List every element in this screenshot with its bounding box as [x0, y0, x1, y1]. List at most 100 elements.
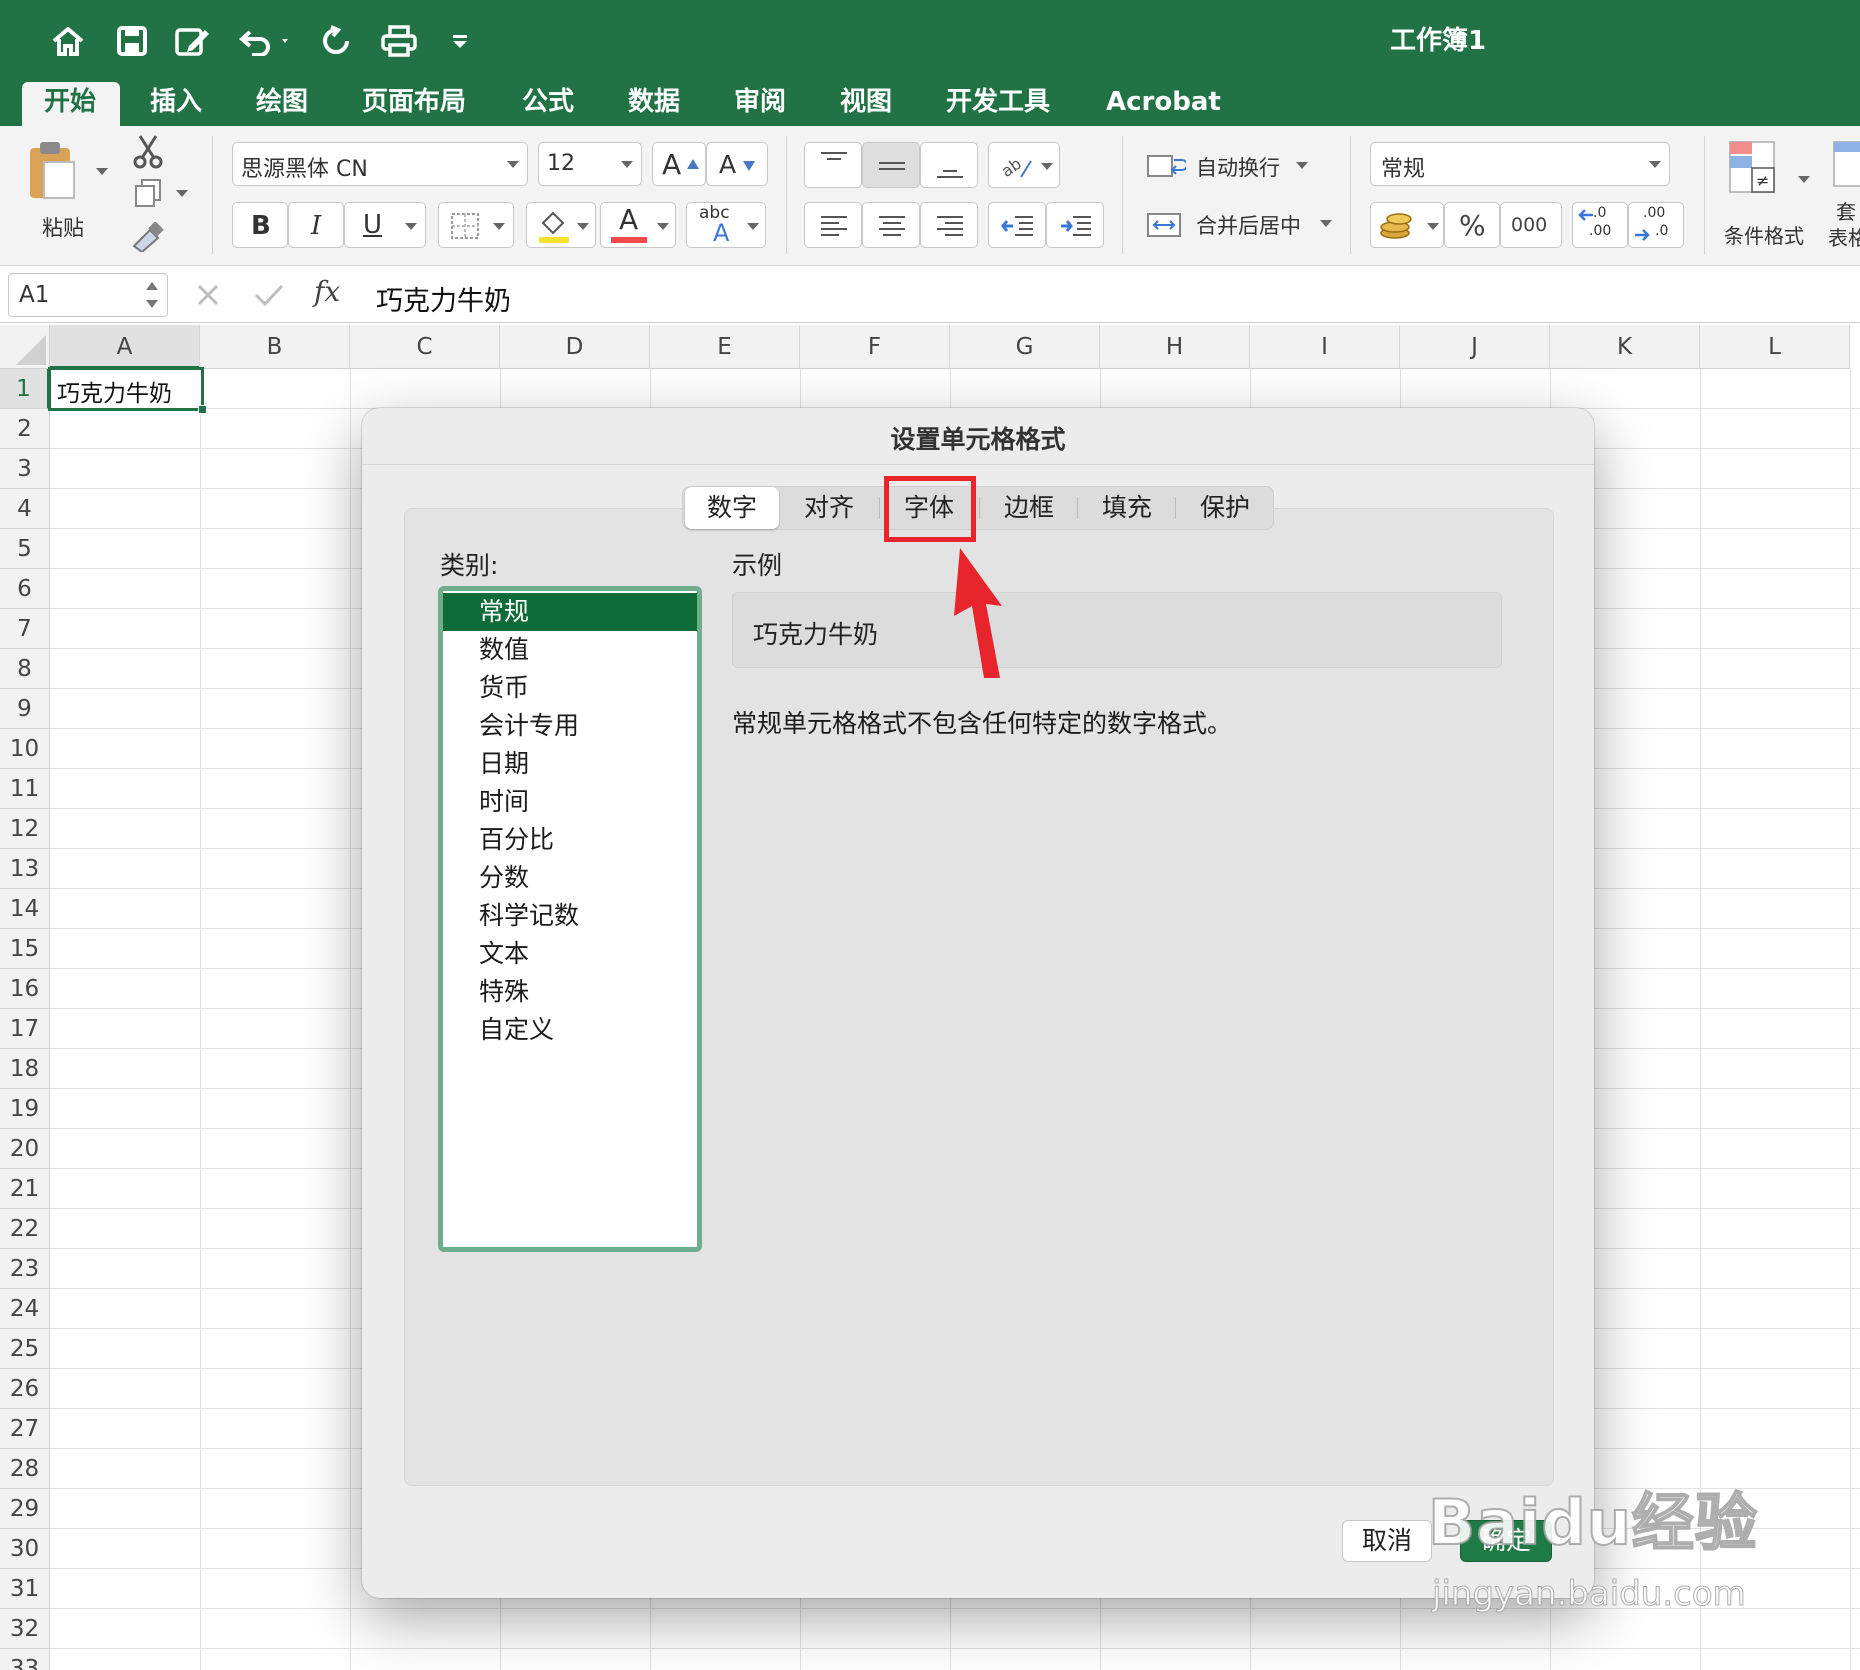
- row-header[interactable]: 22: [0, 1209, 50, 1249]
- row-header[interactable]: 12: [0, 809, 50, 849]
- row-header[interactable]: 5: [0, 529, 50, 569]
- conditional-format-button[interactable]: ≠ 条件格式: [1720, 136, 1820, 256]
- row-header[interactable]: 16: [0, 969, 50, 1009]
- category-item[interactable]: 会计专用: [443, 707, 697, 745]
- row-header[interactable]: 15: [0, 929, 50, 969]
- copy-icon[interactable]: [134, 178, 164, 208]
- accounting-format-button[interactable]: [1370, 202, 1444, 248]
- home-icon[interactable]: [48, 18, 88, 64]
- category-item[interactable]: 常规: [443, 593, 697, 631]
- bold-button[interactable]: B: [232, 202, 288, 248]
- select-all-corner[interactable]: [0, 325, 50, 369]
- fill-handle[interactable]: [198, 405, 207, 414]
- undo-icon[interactable]: [236, 18, 296, 64]
- row-header[interactable]: 20: [0, 1129, 50, 1169]
- row-header[interactable]: 7: [0, 609, 50, 649]
- paste-dropdown-icon[interactable]: [96, 168, 108, 175]
- decrease-indent-button[interactable]: [988, 202, 1046, 248]
- category-item[interactable]: 科学记数: [443, 897, 697, 935]
- row-header[interactable]: 29: [0, 1489, 50, 1529]
- row-header[interactable]: 25: [0, 1329, 50, 1369]
- tab-draw[interactable]: 绘图: [234, 82, 330, 126]
- tab-formulas[interactable]: 公式: [500, 82, 596, 126]
- borders-button[interactable]: [438, 202, 514, 248]
- row-header[interactable]: 27: [0, 1409, 50, 1449]
- column-header[interactable]: E: [650, 325, 800, 369]
- row-header[interactable]: 19: [0, 1089, 50, 1129]
- grow-font-button[interactable]: A: [652, 142, 706, 186]
- column-header[interactable]: K: [1550, 325, 1700, 369]
- tab-data[interactable]: 数据: [606, 82, 702, 126]
- category-item[interactable]: 日期: [443, 745, 697, 783]
- tab-acrobat[interactable]: Acrobat: [1084, 82, 1243, 126]
- row-header[interactable]: 17: [0, 1009, 50, 1049]
- number-format-select[interactable]: 常规: [1370, 142, 1670, 186]
- column-header[interactable]: B: [200, 325, 350, 369]
- row-header[interactable]: 13: [0, 849, 50, 889]
- redo-icon[interactable]: [316, 18, 356, 64]
- comma-style-button[interactable]: 000: [1500, 202, 1562, 248]
- merge-center-button[interactable]: 合并后居中: [1146, 206, 1346, 246]
- column-header[interactable]: I: [1250, 325, 1400, 369]
- row-header[interactable]: 24: [0, 1289, 50, 1329]
- copy-dropdown-icon[interactable]: [176, 190, 188, 197]
- column-header[interactable]: G: [950, 325, 1100, 369]
- column-header[interactable]: H: [1100, 325, 1250, 369]
- wrap-text-button[interactable]: 自动换行: [1146, 148, 1326, 188]
- tab-view[interactable]: 视图: [818, 82, 914, 126]
- category-item[interactable]: 自定义: [443, 1011, 697, 1049]
- row-header[interactable]: 6: [0, 569, 50, 609]
- align-top-button[interactable]: [804, 142, 862, 188]
- tab-insert[interactable]: 插入: [128, 82, 224, 126]
- column-header[interactable]: F: [800, 325, 950, 369]
- increase-indent-button[interactable]: [1046, 202, 1104, 248]
- align-middle-button[interactable]: [862, 142, 920, 188]
- row-header[interactable]: 33: [0, 1649, 50, 1670]
- cancel-entry-icon[interactable]: [196, 283, 220, 307]
- format-painter-icon[interactable]: [130, 221, 166, 254]
- category-item[interactable]: 数值: [443, 631, 697, 669]
- row-header[interactable]: 14: [0, 889, 50, 929]
- confirm-entry-icon[interactable]: [254, 283, 284, 307]
- row-header[interactable]: 30: [0, 1529, 50, 1569]
- row-header[interactable]: 28: [0, 1449, 50, 1489]
- align-bottom-button[interactable]: [920, 142, 978, 188]
- phonetic-button[interactable]: abc A: [686, 202, 766, 248]
- percent-button[interactable]: %: [1444, 202, 1500, 248]
- row-header[interactable]: 1: [0, 369, 50, 409]
- tab-alignment[interactable]: 对齐: [781, 487, 877, 529]
- edit-icon[interactable]: [172, 18, 214, 64]
- category-item[interactable]: 货币: [443, 669, 697, 707]
- tab-review[interactable]: 审阅: [712, 82, 808, 126]
- decrease-decimal-button[interactable]: .00 .0: [1628, 202, 1684, 248]
- column-header[interactable]: L: [1700, 325, 1850, 369]
- row-header[interactable]: 10: [0, 729, 50, 769]
- tab-home[interactable]: 开始: [22, 82, 120, 126]
- column-header[interactable]: J: [1400, 325, 1550, 369]
- selected-cell-a1[interactable]: 巧克力牛奶: [48, 367, 207, 414]
- align-left-button[interactable]: [804, 202, 862, 248]
- category-item[interactable]: 分数: [443, 859, 697, 897]
- category-item[interactable]: 特殊: [443, 973, 697, 1011]
- paste-icon[interactable]: [26, 140, 80, 202]
- column-header[interactable]: C: [350, 325, 500, 369]
- fill-color-button[interactable]: [526, 202, 596, 248]
- category-list[interactable]: 常规 数值 货币 会计专用 日期 时间 百分比 分数 科学记数 文本 特殊 自定义: [438, 586, 702, 1252]
- tab-protection[interactable]: 保护: [1177, 487, 1273, 529]
- increase-decimal-button[interactable]: .0 .00: [1572, 202, 1628, 248]
- tab-border[interactable]: 边框: [981, 487, 1077, 529]
- underline-button[interactable]: U: [344, 202, 426, 248]
- row-header[interactable]: 9: [0, 689, 50, 729]
- tab-fill[interactable]: 填充: [1079, 487, 1175, 529]
- row-header[interactable]: 21: [0, 1169, 50, 1209]
- row-header[interactable]: 18: [0, 1049, 50, 1089]
- align-right-button[interactable]: [920, 202, 978, 248]
- align-center-button[interactable]: [862, 202, 920, 248]
- font-color-button[interactable]: A: [600, 202, 676, 248]
- row-header[interactable]: 3: [0, 449, 50, 489]
- tab-number[interactable]: 数字: [685, 487, 779, 529]
- table-format-button[interactable]: 套 表格: [1828, 136, 1860, 256]
- cut-icon[interactable]: [132, 134, 164, 170]
- shrink-font-button[interactable]: A: [706, 142, 768, 186]
- category-item[interactable]: 时间: [443, 783, 697, 821]
